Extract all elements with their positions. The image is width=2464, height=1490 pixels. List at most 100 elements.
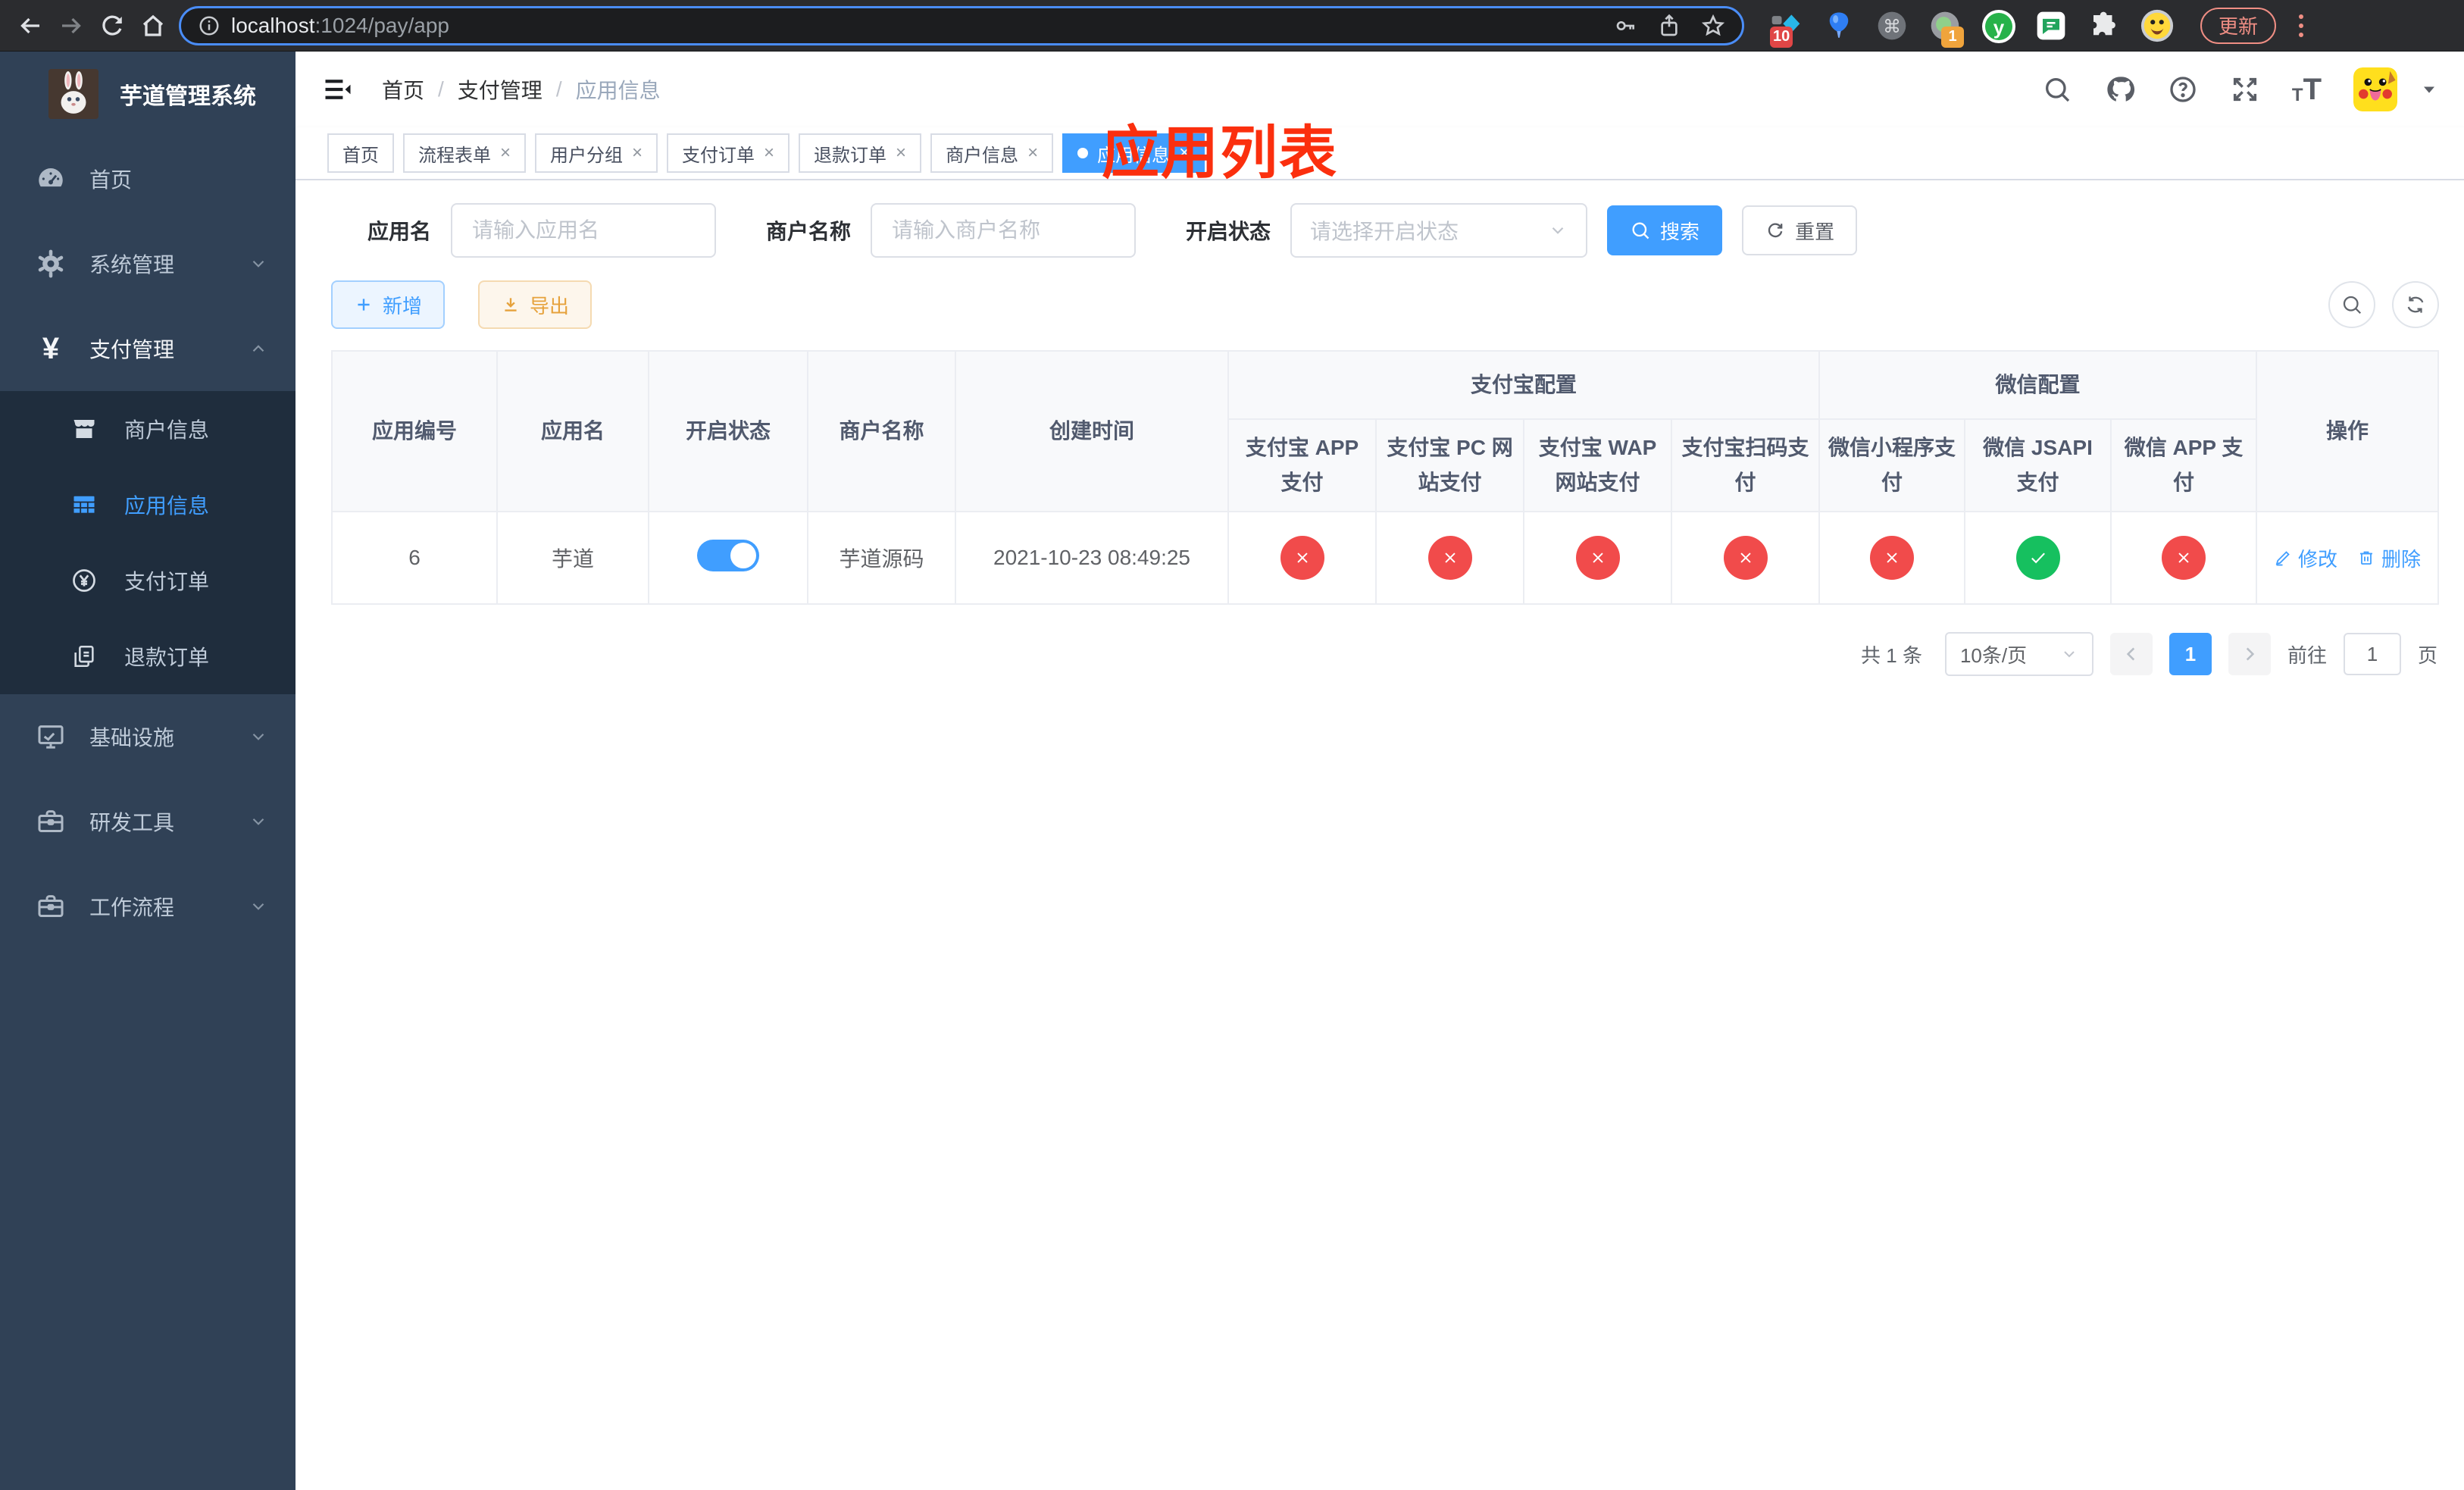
- table-row: 6 芋道 芋道源码 2021-10-23 08:49:25 修改 删除: [331, 511, 2440, 606]
- browser-menu-icon[interactable]: [2299, 14, 2304, 37]
- channel-status-icon: [1575, 536, 1620, 581]
- sidebar-item-workflow[interactable]: 工作流程: [0, 864, 295, 949]
- document-copy-icon: [67, 643, 102, 669]
- cell-app-name: 芋道: [496, 511, 649, 606]
- app-logo-row[interactable]: 芋道管理系统: [0, 52, 295, 136]
- app-name-input[interactable]: [451, 203, 717, 258]
- store-icon: [67, 415, 102, 443]
- chevron-down-icon: [249, 727, 268, 747]
- share-icon[interactable]: [1657, 14, 1681, 38]
- github-icon[interactable]: [2104, 74, 2136, 105]
- extension-balloon-icon[interactable]: [1821, 8, 1856, 43]
- goto-page-input[interactable]: [2343, 633, 2401, 676]
- help-icon[interactable]: [2168, 74, 2198, 105]
- chevron-down-icon: [249, 897, 268, 916]
- merchant-name-label: 商户名称: [766, 220, 852, 243]
- url-text[interactable]: localhost:1024/pay/app: [231, 14, 449, 38]
- status-toggle[interactable]: [697, 539, 759, 571]
- breadcrumb-home[interactable]: 首页: [382, 74, 424, 105]
- tab-user-group[interactable]: 用户分组 ×: [535, 133, 658, 173]
- avatar-caret-icon[interactable]: [2419, 79, 2440, 100]
- gear-icon: [33, 248, 68, 280]
- extension-chat-icon[interactable]: [2034, 8, 2068, 43]
- sidebar-item-label: 退款订单: [124, 646, 210, 669]
- sidebar-fold-icon[interactable]: [321, 73, 355, 106]
- sidebar-item-system[interactable]: 系统管理: [0, 221, 295, 306]
- toggle-search-button[interactable]: [2328, 281, 2376, 328]
- col-header-alipay-pc: 支付宝 PC 网站支付: [1375, 418, 1524, 513]
- toolbox-icon: [33, 806, 68, 837]
- extension-icons: 10 ⌘ 1 y: [1768, 8, 2175, 48]
- sidebar-item-refund-orders[interactable]: 退款订单: [0, 618, 295, 694]
- address-bar[interactable]: localhost:1024/pay/app: [179, 5, 1744, 45]
- extension-diamond-icon[interactable]: 10: [1768, 8, 1803, 48]
- sidebar-item-home[interactable]: 首页: [0, 136, 295, 221]
- extensions-puzzle-icon[interactable]: [2087, 8, 2122, 43]
- font-size-icon[interactable]: TT: [2292, 74, 2322, 105]
- browser-back-icon[interactable]: [15, 11, 45, 41]
- yuan-circle-icon: [67, 567, 102, 594]
- sidebar-item-merchant-info[interactable]: 商户信息: [0, 391, 295, 467]
- browser-forward-icon[interactable]: [56, 11, 86, 41]
- status-select[interactable]: 请选择开启状态: [1290, 203, 1588, 258]
- export-button[interactable]: 导出: [478, 280, 593, 329]
- breadcrumb-payment[interactable]: 支付管理: [458, 74, 543, 105]
- extension-command-icon[interactable]: ⌘: [1875, 8, 1909, 43]
- sidebar-item-pay-orders[interactable]: 支付订单: [0, 543, 295, 618]
- browser-reload-icon[interactable]: [97, 11, 127, 41]
- toolbox-icon: [33, 891, 68, 922]
- payment-submenu: 商户信息 应用信息 支付订单 退款订单: [0, 391, 295, 694]
- tab-home[interactable]: 首页: [327, 133, 394, 173]
- channel-status-icon: [1870, 536, 1915, 581]
- avatar[interactable]: [2353, 67, 2398, 111]
- sidebar-item-infrastructure[interactable]: 基础设施: [0, 694, 295, 779]
- channel-status-icon: [2162, 536, 2206, 581]
- tab-merchant-info[interactable]: 商户信息 ×: [930, 133, 1054, 173]
- reset-button[interactable]: 重置: [1742, 205, 1858, 255]
- delete-link[interactable]: 删除: [2357, 544, 2421, 572]
- bookmark-star-icon[interactable]: [1701, 14, 1725, 38]
- col-header-alipay-wap: 支付宝 WAP 网站支付: [1523, 418, 1672, 513]
- extension-recorder-icon[interactable]: 1: [1928, 8, 1964, 48]
- channel-status-icon: [1280, 536, 1324, 581]
- tab-process-form[interactable]: 流程表单 ×: [403, 133, 527, 173]
- extension-emoji-icon[interactable]: [2140, 8, 2175, 43]
- total-count: 共 1 条: [1861, 643, 1922, 667]
- search-button[interactable]: 搜索: [1607, 205, 1723, 255]
- channel-status-icon: [1427, 536, 1472, 581]
- close-icon[interactable]: ×: [632, 144, 643, 162]
- prev-page-button[interactable]: [2109, 633, 2153, 676]
- sidebar-item-label: 首页: [89, 168, 133, 192]
- tab-refund-orders[interactable]: 退款订单 ×: [799, 133, 922, 173]
- browser-update-button[interactable]: 更新: [2200, 7, 2277, 44]
- channel-status-icon: [1723, 536, 1768, 581]
- close-icon[interactable]: ×: [896, 144, 906, 162]
- sidebar-item-dev-tools[interactable]: 研发工具: [0, 779, 295, 864]
- tab-pay-orders[interactable]: 支付订单 ×: [667, 133, 790, 173]
- refresh-button[interactable]: [2392, 281, 2440, 328]
- search-icon[interactable]: [2042, 74, 2072, 105]
- chevron-up-icon: [249, 339, 268, 358]
- next-page-button[interactable]: [2228, 633, 2271, 676]
- edit-link[interactable]: 修改: [2274, 544, 2337, 572]
- browser-home-icon[interactable]: [138, 11, 168, 41]
- col-header-wechat-jsapi: 微信 JSAPI 支付: [1964, 418, 2112, 513]
- fullscreen-icon[interactable]: [2230, 74, 2260, 105]
- red-annotation-title: 应用列表: [1102, 121, 1338, 186]
- sidebar-item-payment[interactable]: ¥ 支付管理: [0, 306, 295, 391]
- merchant-name-input[interactable]: [871, 203, 1137, 258]
- sidebar-item-label: 商户信息: [124, 418, 210, 442]
- close-icon[interactable]: ×: [764, 144, 774, 162]
- password-key-icon[interactable]: [1613, 14, 1637, 38]
- extension-y-icon[interactable]: y: [1981, 8, 2015, 43]
- extension-badge: 1: [1941, 26, 1964, 48]
- page-number-1[interactable]: 1: [2169, 633, 2212, 676]
- close-icon[interactable]: ×: [1027, 144, 1038, 162]
- site-info-icon[interactable]: [198, 14, 220, 37]
- grid-icon: [67, 491, 102, 518]
- col-header-merchant: 商户名称: [807, 349, 956, 513]
- close-icon[interactable]: ×: [500, 144, 511, 162]
- sidebar-item-app-info[interactable]: 应用信息: [0, 467, 295, 543]
- add-button[interactable]: 新增: [331, 280, 446, 329]
- page-size-select[interactable]: 10条/页: [1944, 632, 2093, 677]
